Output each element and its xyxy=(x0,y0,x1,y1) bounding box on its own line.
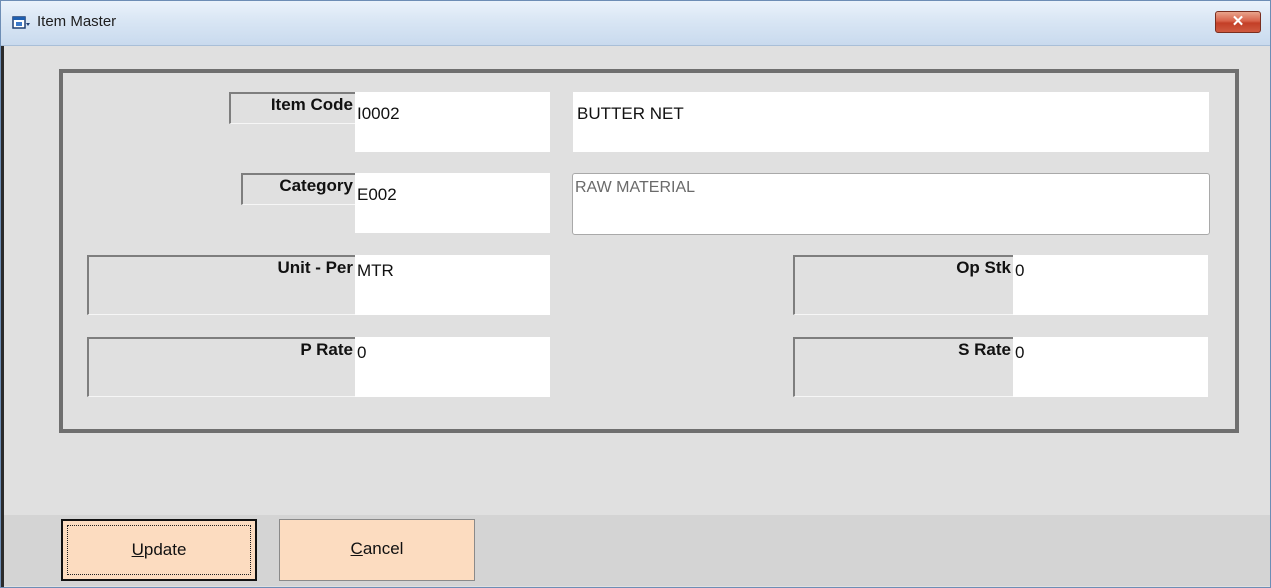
item-code-label: Item Code xyxy=(229,92,355,124)
cancel-label-rest: ancel xyxy=(362,539,404,558)
focus-rectangle xyxy=(67,525,251,575)
s-rate-input[interactable]: 0 xyxy=(1013,337,1208,397)
unit-per-input[interactable]: MTR xyxy=(355,255,550,315)
category-label: Category xyxy=(241,173,355,205)
item-name-input[interactable]: BUTTER NET xyxy=(573,92,1209,152)
cancel-button[interactable]: Cancel xyxy=(279,519,475,581)
update-button[interactable]: Update xyxy=(61,519,257,581)
item-master-window: Item Master ✕ Item Code I0002 BUTTER NET… xyxy=(0,0,1271,588)
unit-per-label: Unit - Per xyxy=(87,255,355,315)
category-name-field: RAW MATERIAL xyxy=(572,173,1210,235)
title-bar[interactable]: Item Master ✕ xyxy=(1,1,1270,46)
p-rate-input[interactable]: 0 xyxy=(355,337,550,397)
category-code-input[interactable]: E002 xyxy=(355,173,550,233)
close-icon: ✕ xyxy=(1231,13,1245,30)
client-area: Item Code I0002 BUTTER NET Category E002… xyxy=(1,46,1270,587)
window-title: Item Master xyxy=(37,13,117,30)
op-stk-input[interactable]: 0 xyxy=(1013,255,1208,315)
app-window-icon xyxy=(12,16,30,29)
cancel-accelerator: C xyxy=(350,539,363,558)
op-stk-label: Op Stk xyxy=(793,255,1013,315)
p-rate-label: P Rate xyxy=(87,337,355,397)
item-details-group: Item Code I0002 BUTTER NET Category E002… xyxy=(59,69,1239,433)
left-edge xyxy=(1,46,4,587)
close-button[interactable]: ✕ xyxy=(1215,11,1261,33)
item-code-input[interactable]: I0002 xyxy=(355,92,550,152)
s-rate-label: S Rate xyxy=(793,337,1013,397)
